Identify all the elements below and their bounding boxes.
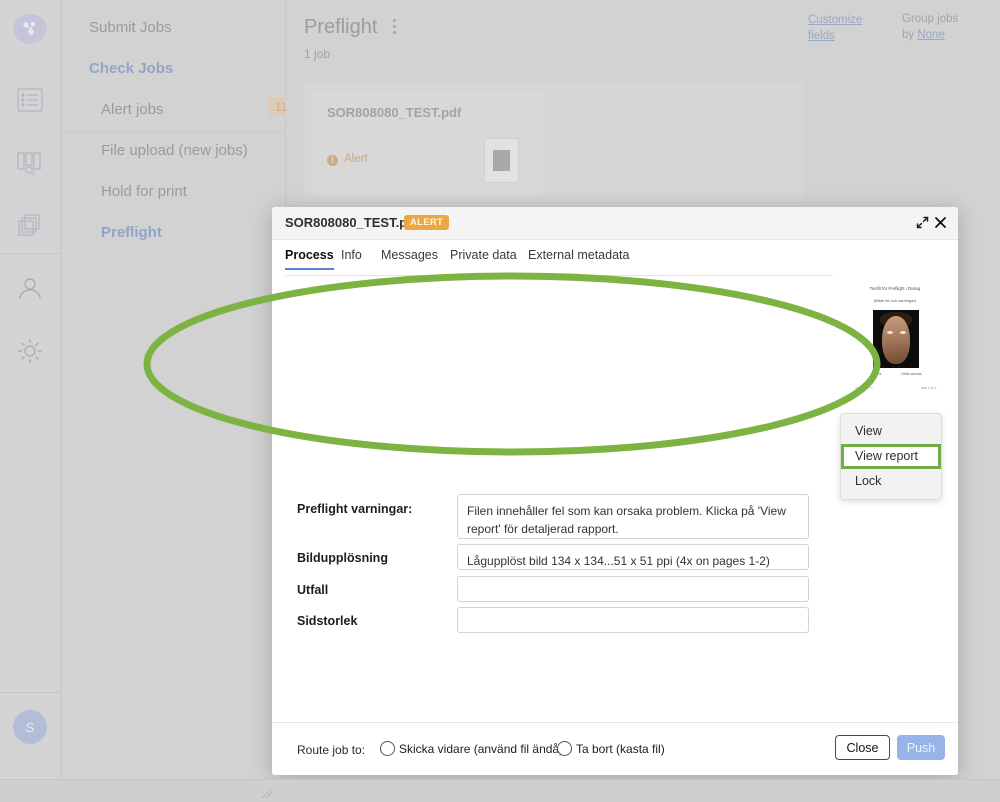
expand-icon[interactable] [915, 215, 930, 235]
radio-skicka-vidare[interactable] [380, 741, 395, 756]
app-logo[interactable] [13, 14, 47, 44]
field-value-bildupplosning[interactable]: Lågupplöst bild 134 x 134...51 x 51 ppi … [457, 544, 809, 570]
radio-label-skicka-vidare[interactable]: Skicka vidare (använd fil ändå) [399, 742, 563, 756]
group-jobs-label: Group jobs [902, 13, 959, 25]
job-list-panel: SOR808080_TEST.pdf ! Alert [304, 82, 804, 202]
field-value-preflight-varningar[interactable]: Filen innehåller fel som kan orsaka prob… [457, 494, 809, 539]
avatar[interactable]: S [13, 710, 47, 744]
sidebar-item-check-jobs[interactable]: Check Jobs [89, 60, 313, 77]
window-bottom-bar [0, 779, 1000, 802]
route-job-label: Route job to: [297, 743, 366, 757]
page-title: Preflight [304, 16, 378, 38]
gear-icon[interactable] [14, 335, 46, 367]
field-label-bildupplosning: Bildupplösning [297, 551, 388, 565]
preview-image [873, 310, 919, 368]
field-label-preflight-varningar: Preflight varningar: [297, 502, 413, 516]
sidebar-item-label: File upload (new jobs) [101, 142, 248, 159]
close-icon[interactable] [933, 215, 948, 235]
tab-private-data[interactable]: Private data [450, 248, 517, 268]
sidebar-item-submit-jobs[interactable]: Submit Jobs [89, 19, 313, 36]
rail-divider [0, 253, 60, 254]
field-label-sidstorlek: Sidstorlek [297, 614, 358, 628]
dialog-footer: Route job to: Skicka vidare (använd fil … [272, 722, 958, 775]
close-button[interactable]: Close [835, 735, 890, 760]
preview-caption-right: Utfall saknas [901, 372, 922, 376]
job-card[interactable]: SOR808080_TEST.pdf ! Alert [313, 91, 543, 196]
columns-search-icon[interactable] [14, 147, 46, 179]
avatar-initial: S [25, 719, 35, 735]
preview-title-line1: Testfil för Preflight i Dialog [869, 286, 921, 291]
alert-info-icon: ! [327, 155, 338, 166]
tab-process[interactable]: Process [285, 248, 334, 270]
sidebar-item-label: Hold for print [101, 183, 187, 200]
job-card-name: SOR808080_TEST.pdf [327, 105, 462, 120]
sidebar-item-label: Preflight [101, 224, 162, 241]
preview-caption-left: Licens [871, 372, 882, 376]
nav-panel: Submit Jobs Check Jobs Alert jobs 112 Fi… [61, 0, 301, 802]
nav-divider [61, 131, 285, 132]
job-count: 1 job [304, 47, 331, 61]
group-jobs-by: by [902, 29, 915, 41]
preview-title-line2: (Bilde fel och varningar) [873, 298, 917, 303]
context-menu: View View report Lock [840, 413, 942, 500]
menu-item-view-report[interactable]: View report [841, 444, 941, 469]
icon-rail: S [0, 0, 61, 802]
preview-footer-right: sida 1 av 2 [921, 386, 937, 390]
user-icon[interactable] [14, 272, 46, 304]
customize-fields-link[interactable]: Customize fields [808, 12, 872, 44]
tab-external-metadata[interactable]: External metadata [528, 248, 629, 268]
preview-footer-rule [855, 387, 873, 388]
group-jobs-control[interactable]: Group jobs by None [902, 11, 992, 43]
resize-handle-icon[interactable] [260, 787, 274, 799]
push-button[interactable]: Push [897, 735, 945, 760]
dialog-header: SOR808080_TEST.pdf ALERT [272, 207, 958, 240]
tabs-divider [285, 275, 833, 276]
field-value-sidstorlek[interactable] [457, 607, 809, 633]
field-value-utfall[interactable] [457, 576, 809, 602]
sidebar-item-label: Alert jobs [101, 101, 164, 118]
job-thumbnail [484, 138, 519, 183]
status-badge: ! Alert [327, 153, 368, 166]
rail-divider-bottom [0, 692, 60, 693]
menu-item-view[interactable]: View [841, 419, 941, 444]
dialog-title: SOR808080_TEST.pdf [285, 215, 420, 230]
dialog-tabs: Process Info Messages Private data Exter… [285, 248, 845, 274]
group-jobs-value[interactable]: None [917, 29, 945, 41]
radio-label-ta-bort[interactable]: Ta bort (kasta fil) [576, 742, 665, 756]
dialog-alert-badge: ALERT [404, 215, 450, 230]
radio-ta-bort[interactable] [557, 741, 572, 756]
more-options-icon[interactable] [386, 19, 402, 37]
stack-icon[interactable] [14, 210, 46, 242]
sidebar-item-label: Submit Jobs [89, 19, 172, 36]
tab-messages[interactable]: Messages [381, 248, 438, 268]
tab-info[interactable]: Info [341, 248, 362, 268]
list-icon[interactable] [14, 84, 46, 116]
menu-item-lock[interactable]: Lock [841, 469, 941, 494]
sidebar-item-label: Check Jobs [89, 60, 174, 77]
document-preview: Testfil för Preflight i Dialog (Bilde fe… [845, 280, 945, 398]
field-label-utfall: Utfall [297, 583, 329, 597]
